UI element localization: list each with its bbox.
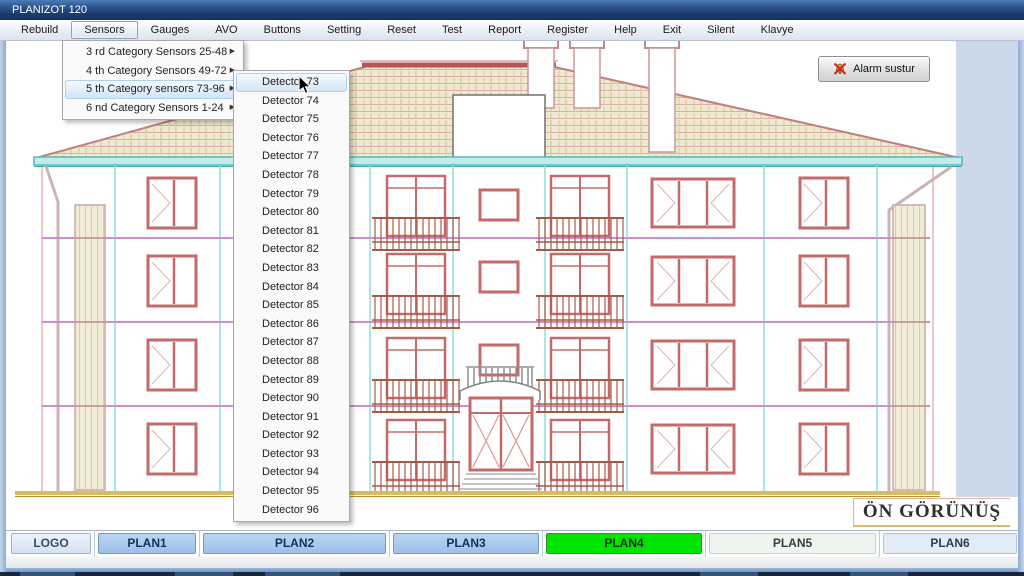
alarm-mute-label: Alarm sustur bbox=[853, 63, 915, 75]
menu-item[interactable]: AVO bbox=[202, 21, 250, 39]
menu-item[interactable]: Test bbox=[429, 21, 475, 39]
sensors-category-item[interactable]: 5 th Category sensors 73-96 ▶ bbox=[65, 80, 241, 99]
menu-bar: Rebuild Sensors Gauges AVO Buttons Setti… bbox=[0, 20, 1024, 41]
app-window: PLANIZOT 120 Rebuild Sensors Gauges AVO … bbox=[0, 0, 1024, 576]
plan-bar: LOGO PLAN1 PLAN2 PLAN3 PLAN4 PLAN5 PLA bbox=[2, 530, 1024, 557]
detector-item[interactable]: Detector 73 bbox=[236, 73, 347, 92]
detector-item[interactable]: Detector 76 bbox=[236, 129, 347, 148]
detector-item[interactable]: Detector 91 bbox=[236, 408, 347, 427]
detector-item[interactable]: Detector 90 bbox=[236, 389, 347, 408]
detector-submenu: Detector 73 Detector 74 Detector 75 Dete… bbox=[233, 70, 350, 522]
detector-item[interactable]: Detector 82 bbox=[236, 240, 347, 259]
detector-item[interactable]: Detector 77 bbox=[236, 147, 347, 166]
sensors-category-item[interactable]: 6 nd Category Sensors 1-24 ▶ bbox=[65, 99, 241, 118]
plan-button[interactable]: PLAN2 bbox=[203, 533, 386, 554]
detector-item[interactable]: Detector 84 bbox=[236, 278, 347, 297]
mouse-cursor bbox=[298, 75, 313, 96]
menu-item[interactable]: Sensors bbox=[71, 21, 137, 39]
menu-item[interactable]: Buttons bbox=[251, 21, 314, 39]
detector-item[interactable]: Detector 95 bbox=[236, 482, 347, 501]
window-border-right bbox=[1018, 20, 1024, 572]
menu-item[interactable]: Register bbox=[534, 21, 601, 39]
plan-button[interactable]: PLAN1 bbox=[98, 533, 196, 554]
menu-item[interactable]: Rebuild bbox=[8, 21, 71, 39]
plan-cell: PLAN6 bbox=[880, 531, 1020, 557]
detector-item[interactable]: Detector 74 bbox=[236, 92, 347, 111]
detector-item[interactable]: Detector 87 bbox=[236, 333, 347, 352]
sensors-category-item[interactable]: 4 th Category Sensors 49-72 ▶ bbox=[65, 62, 241, 81]
plan-button[interactable]: LOGO bbox=[11, 533, 91, 554]
plan-button[interactable]: PLAN4 bbox=[546, 533, 702, 554]
menu-item[interactable]: Gauges bbox=[138, 21, 203, 39]
title-bar: PLANIZOT 120 bbox=[0, 0, 1024, 20]
submenu-arrow-icon: ▶ bbox=[230, 44, 235, 61]
menu-item[interactable]: Klavye bbox=[748, 21, 807, 39]
sensors-category-item[interactable]: 3 rd Category Sensors 25-48 ▶ bbox=[65, 43, 241, 62]
detector-item[interactable]: Detector 81 bbox=[236, 222, 347, 241]
plan-cell: PLAN1 bbox=[95, 531, 200, 557]
menu-item[interactable]: Exit bbox=[650, 21, 694, 39]
window-title: PLANIZOT 120 bbox=[12, 4, 87, 16]
plan-cell: PLAN2 bbox=[200, 531, 390, 557]
detector-item[interactable]: Detector 96 bbox=[236, 501, 347, 520]
detector-item[interactable]: Detector 78 bbox=[236, 166, 347, 185]
detector-item[interactable]: Detector 89 bbox=[236, 371, 347, 390]
detector-item[interactable]: Detector 85 bbox=[236, 296, 347, 315]
plan-cell: PLAN3 bbox=[390, 531, 543, 557]
plan-button[interactable]: PLAN6 bbox=[883, 533, 1017, 554]
menu-item[interactable]: Report bbox=[475, 21, 534, 39]
detector-item[interactable]: Detector 92 bbox=[236, 426, 347, 445]
menu-item[interactable]: Silent bbox=[694, 21, 748, 39]
muted-alarm-icon bbox=[833, 62, 848, 76]
window-border-left bbox=[0, 20, 6, 572]
plan-cell: LOGO bbox=[8, 531, 95, 557]
detector-item[interactable]: Detector 75 bbox=[236, 110, 347, 129]
detector-item[interactable]: Detector 79 bbox=[236, 185, 347, 204]
detector-item[interactable]: Detector 94 bbox=[236, 463, 347, 482]
detector-item[interactable]: Detector 80 bbox=[236, 203, 347, 222]
detector-item[interactable]: Detector 93 bbox=[236, 445, 347, 464]
taskbar-edge bbox=[0, 572, 1024, 576]
detector-item[interactable]: Detector 83 bbox=[236, 259, 347, 278]
menu-item[interactable]: Reset bbox=[374, 21, 429, 39]
detector-item[interactable]: Detector 88 bbox=[236, 352, 347, 371]
detector-item[interactable]: Detector 86 bbox=[236, 315, 347, 334]
alarm-mute-button[interactable]: Alarm sustur bbox=[818, 56, 930, 82]
plan-cell: PLAN5 bbox=[706, 531, 880, 557]
menu-item[interactable]: Setting bbox=[314, 21, 374, 39]
plan-button[interactable]: PLAN5 bbox=[709, 533, 876, 554]
sensors-dropdown-menu: 3 rd Category Sensors 25-48 ▶ 4 th Categ… bbox=[62, 40, 244, 120]
plan-button[interactable]: PLAN3 bbox=[393, 533, 539, 554]
plan-cell: PLAN4 bbox=[543, 531, 706, 557]
menu-item[interactable]: Help bbox=[601, 21, 650, 39]
drawing-caption: ÖN GÖRÜNÜŞ bbox=[853, 498, 1010, 527]
